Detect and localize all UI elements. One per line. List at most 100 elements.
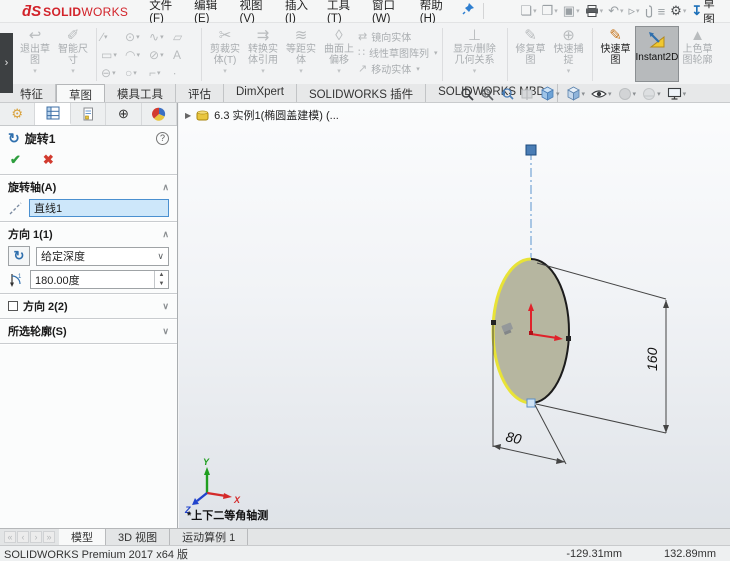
plane-tool-button[interactable]: ▱	[173, 28, 197, 46]
linear-pattern-button[interactable]: ∷ 线性草图阵列 ▾	[358, 45, 438, 60]
trim-entities-button[interactable]: ✂ 剪裁实 体(T) ▾	[206, 26, 244, 78]
arc-tool-button[interactable]: ◠ ▾	[125, 46, 149, 64]
tab-sketch[interactable]: 草图	[56, 84, 105, 102]
rectangle-tool-button[interactable]: ▭ ▾	[101, 46, 125, 64]
zoom-area-button[interactable]	[480, 87, 494, 101]
document-name[interactable]: 6.3 实例1(椭圆盖建模) (...	[214, 107, 339, 123]
tab-features[interactable]: 特征	[8, 84, 56, 102]
end-condition-dropdown[interactable]: 给定深度 ∨	[36, 246, 169, 266]
edit-appearance-button[interactable]: ▾	[618, 87, 636, 101]
tab-dimxpert[interactable]: DimXpert	[224, 84, 297, 102]
ellipse-tool-button[interactable]: ⊘ ▾	[149, 46, 173, 64]
axis-bottom-handle[interactable]	[526, 398, 536, 408]
featuremanager-tab[interactable]: ⚙	[0, 103, 36, 125]
rapid-sketch-button[interactable]: ✎ 快速草 图	[597, 26, 635, 66]
smart-dimension-button[interactable]: ✐ 智能尺 寸 ▾	[54, 26, 92, 78]
graphics-viewport[interactable]: 160 80 Y X Z ▶ 6.3 实例1(椭圆盖建模) (... *上下二等…	[179, 103, 730, 528]
hide-show-items-button[interactable]: ▾	[591, 88, 612, 100]
reverse-direction-button[interactable]: ↻	[8, 246, 30, 266]
shaded-sketch-contours-button[interactable]: ▲ 上色草 图轮廓	[679, 26, 717, 66]
direction2-group-header[interactable]: 方向 2(2) ∨	[0, 296, 177, 316]
line-tool-button[interactable]: ∕ ▾	[101, 28, 125, 46]
propertymanager-tab[interactable]	[35, 103, 71, 125]
exit-sketch-button[interactable]: ↩ 退出草 图 ▾	[16, 26, 54, 78]
convert-entities-button[interactable]: ⇉ 转换实 体引用 ▾	[244, 26, 282, 78]
tab-3d-views[interactable]: 3D 视图	[106, 529, 171, 545]
selected-contours-group-header[interactable]: 所选轮廓(S) ∨	[0, 321, 177, 341]
pin-menu-icon[interactable]	[462, 2, 475, 20]
first-tab-icon[interactable]: «	[4, 531, 16, 543]
feature-list-button[interactable]: ≡	[657, 4, 667, 19]
display-style-button[interactable]: ▾	[566, 86, 585, 101]
expand-icon[interactable]: ∨	[162, 301, 169, 312]
dimension-80-text[interactable]: 80	[504, 428, 523, 447]
ok-button[interactable]: ✔	[10, 152, 21, 168]
apply-scene-button[interactable]: ▾	[642, 87, 661, 101]
instant2d-toggle[interactable]: Instant2D	[634, 26, 679, 82]
heads-up-view-toolbar: ▾ ▾ ▾ ▾ ▾ ▾	[460, 86, 686, 101]
zoom-fit-button[interactable]	[460, 87, 474, 101]
axis-selection-box[interactable]: 直线1	[29, 199, 169, 217]
expand-tree-icon[interactable]: ▶	[185, 111, 191, 120]
quick-snaps-button[interactable]: ⊕ 快速捕 捉 ▾	[550, 26, 588, 78]
expand-icon[interactable]: ∨	[162, 326, 169, 337]
previous-view-button[interactable]	[500, 87, 514, 101]
last-tab-icon[interactable]: »	[43, 531, 55, 543]
angle-input[interactable]: 180.00度 ▲ ▼	[30, 270, 169, 289]
ellipse-right-point[interactable]	[566, 336, 571, 341]
spin-up-icon[interactable]: ▲	[155, 271, 168, 280]
configurationmanager-tab[interactable]	[71, 103, 107, 125]
undo-button[interactable]: ↶ ▾	[607, 3, 624, 19]
tab-sw-addins[interactable]: SOLIDWORKS 插件	[297, 84, 427, 102]
open-document-button[interactable]: ❒ ▾	[541, 3, 559, 19]
collapse-icon[interactable]: ∧	[162, 229, 169, 240]
save-button[interactable]: ▣ ▾	[562, 3, 581, 19]
axis-top-handle[interactable]	[525, 144, 537, 156]
section-view-button[interactable]	[520, 87, 534, 101]
display-delete-relations-button[interactable]: ⊥ 显示/删除 几何关系 ▾	[447, 26, 503, 78]
surface-offset-button[interactable]: ◊ 曲面上 偏移 ▾	[320, 26, 358, 78]
offset-entities-button[interactable]: ≋ 等距实 体 ▾	[282, 26, 320, 78]
tab-model[interactable]: 模型	[59, 529, 106, 545]
cancel-button[interactable]: ✖	[43, 152, 54, 168]
view-orientation-button[interactable]: ▾	[540, 86, 560, 101]
move-entities-button[interactable]: ↗ 移动实体 ▾	[358, 61, 438, 76]
point-tool-button[interactable]: ∙	[173, 64, 197, 82]
flyout-feature-tree[interactable]: ▶ 6.3 实例1(椭圆盖建模) (...	[185, 107, 339, 123]
panel-expand-strip[interactable]: ›	[0, 33, 13, 93]
dimxpertmanager-tab[interactable]: ⊕	[106, 103, 142, 125]
slot-tool-button[interactable]: ⊖ ▾	[101, 64, 125, 82]
mirror-entities-button[interactable]: ⇄ 镜向实体	[358, 29, 438, 44]
repair-sketch-button[interactable]: ✎ 修复草 图	[512, 26, 550, 66]
rebuild-button[interactable]: ↧	[690, 3, 703, 19]
help-icon[interactable]: ?	[156, 131, 169, 145]
confirm-bar: ✔ ✖	[0, 150, 177, 172]
options-button[interactable]: ⚙ ▾	[669, 3, 687, 19]
select-button[interactable]: ▹ ▾	[628, 3, 641, 19]
view-settings-button[interactable]: ▾	[667, 87, 686, 100]
tab-mold-tools[interactable]: 模具工具	[105, 84, 176, 102]
circle-tool-button[interactable]: ⊙ ▾	[125, 28, 149, 46]
text-tool-button[interactable]: A	[173, 46, 197, 64]
axis-group-header[interactable]: 旋转轴(A) ∧	[0, 177, 177, 197]
print-button[interactable]: ▾	[584, 5, 605, 17]
tab-motion-study[interactable]: 运动算例 1	[170, 529, 249, 545]
tab-evaluate[interactable]: 评估	[176, 84, 224, 102]
attachments-button[interactable]	[644, 4, 654, 18]
new-document-button[interactable]: ❏ ▾	[519, 3, 537, 19]
fillet-tool-button[interactable]: ⌐ ▾	[149, 64, 173, 82]
direction2-checkbox[interactable]	[8, 301, 18, 311]
spinner-arrows[interactable]: ▲ ▼	[154, 271, 168, 288]
dimension-160-text[interactable]: 160	[644, 347, 660, 371]
displaymanager-tab[interactable]	[142, 103, 178, 125]
prev-tab-icon[interactable]: ‹	[17, 531, 29, 543]
coord-x: -129.31mm	[566, 547, 623, 560]
title-bar: ƌS SOLID WORKS 文件(F) 编辑(E) 视图(V) 插入(I) 工…	[0, 0, 730, 26]
spin-down-icon[interactable]: ▼	[155, 280, 168, 289]
collapse-icon[interactable]: ∧	[162, 182, 169, 193]
polygon-tool-button[interactable]: ○ ▾	[125, 64, 149, 82]
direction1-group-header[interactable]: 方向 1(1) ∧	[0, 224, 177, 244]
next-tab-icon[interactable]: ›	[30, 531, 42, 543]
ellipse-left-point[interactable]	[491, 320, 496, 325]
spline-tool-button[interactable]: ∿ ▾	[149, 28, 173, 46]
